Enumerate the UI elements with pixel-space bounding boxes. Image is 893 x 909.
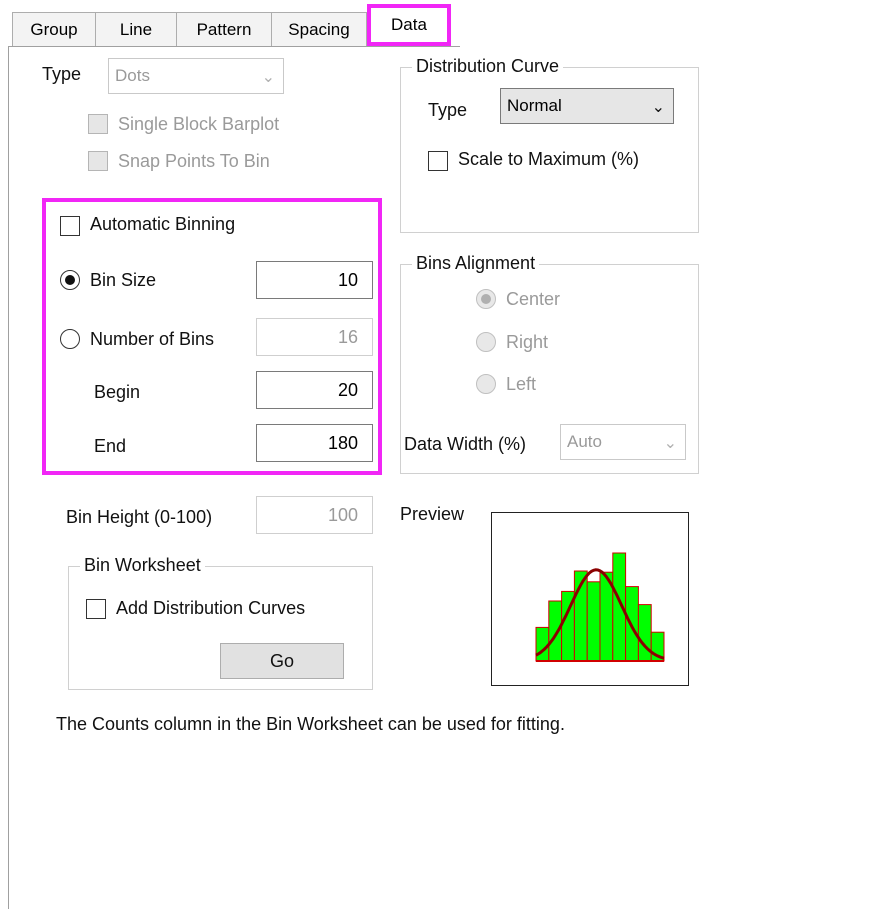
tab-pattern[interactable]: Pattern [176, 12, 272, 46]
align-right-label: Right [506, 332, 549, 352]
number-of-bins-label: Number of Bins [90, 329, 215, 349]
distribution-type-value: Normal [507, 96, 562, 115]
tab-line-label: Line [119, 19, 153, 39]
bin-size-radio[interactable] [60, 270, 80, 290]
chevron-down-icon: ⌄ [663, 435, 677, 452]
chevron-down-icon: ⌄ [651, 99, 665, 116]
automatic-binning-checkbox[interactable] [60, 216, 80, 236]
align-left-radio[interactable] [476, 374, 496, 394]
snap-points-to-bin-checkbox[interactable] [88, 151, 108, 171]
scale-to-maximum-checkbox[interactable] [428, 151, 448, 171]
bins-alignment-title: Bins Alignment [412, 253, 540, 274]
histogram-bar [535, 626, 550, 662]
preview-box [491, 512, 689, 686]
tab-group[interactable]: Group [12, 12, 96, 46]
chevron-down-icon: ⌄ [261, 69, 275, 86]
tab-data[interactable]: Data [367, 4, 451, 46]
align-center-label: Center [506, 289, 561, 309]
begin-label: Begin [94, 382, 141, 402]
tab-group-label: Group [30, 19, 78, 39]
tab-data-label: Data [391, 15, 427, 34]
type-select[interactable]: Dots ⌄ [108, 58, 284, 94]
go-button-label: Go [269, 650, 294, 671]
end-input[interactable]: 180 [256, 424, 373, 462]
panel-top-border [8, 46, 460, 47]
align-right-radio[interactable] [476, 332, 496, 352]
bin-size-input[interactable]: 10 [256, 261, 373, 299]
align-center-radio[interactable] [476, 289, 496, 309]
single-block-barplot-label: Single Block Barplot [118, 114, 280, 134]
data-width-value: Auto [567, 432, 602, 451]
panel-border [8, 46, 9, 909]
preview-label: Preview [400, 504, 465, 524]
distribution-curve-title: Distribution Curve [412, 56, 564, 77]
single-block-barplot-checkbox[interactable] [88, 114, 108, 134]
distribution-type-label: Type [428, 100, 468, 120]
number-of-bins-input[interactable]: 16 [256, 318, 373, 356]
add-distribution-curves-label: Add Distribution Curves [116, 598, 306, 618]
type-label: Type [42, 64, 82, 84]
automatic-binning-label: Automatic Binning [90, 214, 236, 234]
end-label: End [94, 436, 127, 456]
histogram-bar [637, 604, 652, 662]
align-left-label: Left [506, 374, 537, 394]
tab-spacing[interactable]: Spacing [271, 12, 367, 46]
bin-size-label: Bin Size [90, 270, 157, 290]
number-of-bins-radio[interactable] [60, 329, 80, 349]
histogram-preview [535, 552, 665, 662]
tab-spacing-label: Spacing [288, 19, 350, 39]
data-width-label: Data Width (%) [404, 434, 527, 454]
histogram-bar [586, 581, 601, 662]
bin-worksheet-title: Bin Worksheet [80, 555, 205, 576]
tab-line[interactable]: Line [95, 12, 177, 46]
bin-height-input[interactable]: 100 [256, 496, 373, 534]
add-distribution-curves-checkbox[interactable] [86, 599, 106, 619]
go-button[interactable]: Go [220, 643, 344, 679]
distribution-type-select[interactable]: Normal ⌄ [500, 88, 674, 124]
type-select-value: Dots [115, 66, 150, 85]
scale-to-maximum-label: Scale to Maximum (%) [458, 149, 640, 169]
tab-pattern-label: Pattern [196, 19, 252, 39]
footer-note: The Counts column in the Bin Worksheet c… [56, 714, 565, 734]
bin-height-label: Bin Height (0-100) [66, 507, 213, 527]
begin-input[interactable]: 20 [256, 371, 373, 409]
data-width-select[interactable]: Auto ⌄ [560, 424, 686, 460]
snap-points-to-bin-label: Snap Points To Bin [118, 151, 270, 171]
